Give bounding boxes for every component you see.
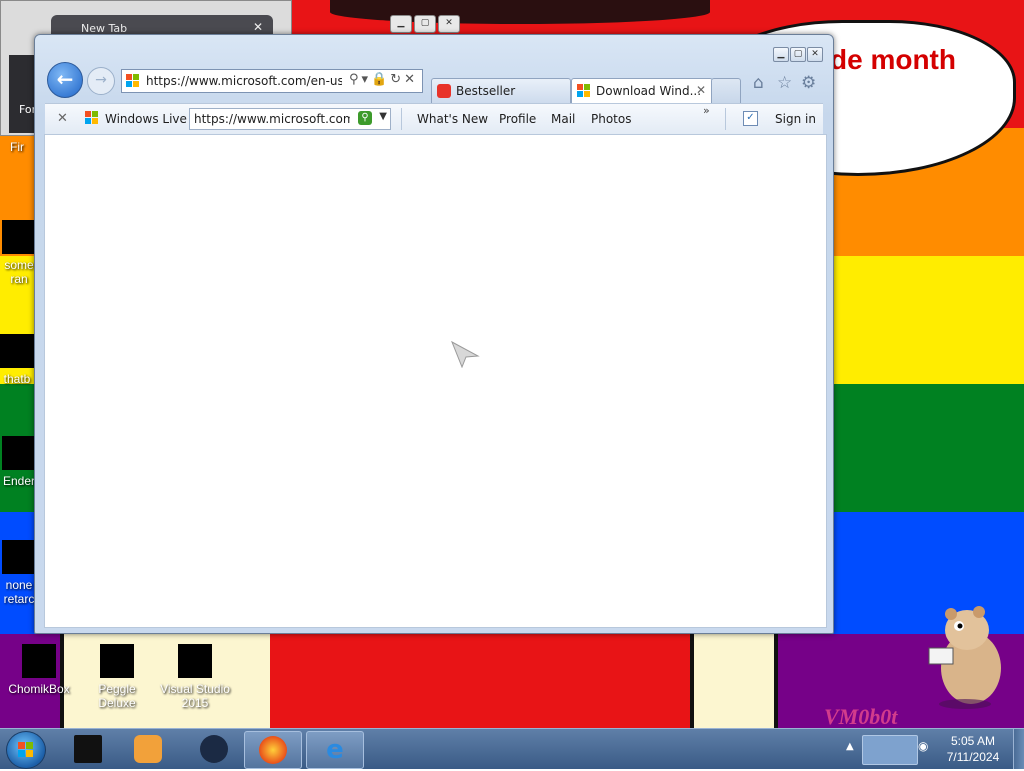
favorites-star-icon[interactable]: ☆ xyxy=(777,73,792,93)
bestseller-favicon-icon xyxy=(437,84,451,98)
black-window-icon xyxy=(74,735,102,763)
lock-icon[interactable]: 🔒 xyxy=(371,72,390,87)
ie-window[interactable]: ▁ ▢ ✕ ← → https://www.microsoft.com/en-us/… xyxy=(34,34,834,634)
link-photos[interactable]: Photos xyxy=(591,112,631,126)
wallpaper-dark-shape xyxy=(330,0,710,24)
windows-live-button[interactable]: Windows Live xyxy=(105,112,187,126)
windows-live-icon xyxy=(85,111,99,125)
close-button[interactable]: ✕ xyxy=(807,47,823,62)
stop-icon[interactable]: ✕ xyxy=(404,72,418,87)
desktop-icon-chomikbox[interactable]: ChomikBox xyxy=(0,644,78,696)
sign-in-link[interactable]: Sign in xyxy=(775,112,816,126)
redacted-icon xyxy=(22,644,56,678)
divider xyxy=(401,108,402,130)
redacted-icon xyxy=(0,334,34,368)
desktop-icon-peggle-deluxe[interactable]: Peggle Deluxe xyxy=(78,644,156,710)
chevron-more-icon[interactable]: » xyxy=(703,104,710,117)
tools-gear-icon[interactable]: ⚙ xyxy=(801,73,816,93)
tray-icons[interactable] xyxy=(862,735,918,765)
link-mail[interactable]: Mail xyxy=(551,112,575,126)
redacted-icon xyxy=(2,220,36,254)
wallpaper-cartoon-right xyxy=(690,634,778,728)
address-bar[interactable]: https://www.microsoft.com/en-us/s ⚲▾🔒↻✕ xyxy=(121,69,423,93)
desktop-icon-label: Peggle Deluxe xyxy=(98,682,136,710)
dropdown-arrow-icon[interactable]: ▾ xyxy=(361,72,371,87)
start-button[interactable] xyxy=(6,731,46,769)
redacted-icon xyxy=(2,436,36,470)
taskbar-app-media-player[interactable] xyxy=(120,731,176,767)
checkbox-icon[interactable]: ✓ xyxy=(743,111,758,126)
search-input[interactable]: https://www.microsoft.com/e ⚲ ▼ xyxy=(189,108,391,130)
address-tools: ⚲▾🔒↻✕ xyxy=(349,72,418,87)
steam-icon xyxy=(200,735,228,763)
windows-logo-icon xyxy=(18,742,33,757)
clock[interactable]: 5:05 AM 7/11/2024 xyxy=(930,733,1016,765)
tab-download-windows[interactable]: Download Wind... ✕ xyxy=(571,78,713,103)
chevron-down-icon[interactable]: ▼ xyxy=(379,111,387,122)
taskbar-app-steam[interactable] xyxy=(186,731,242,767)
clock-date: 7/11/2024 xyxy=(946,750,1000,764)
page-content-area[interactable] xyxy=(44,134,827,628)
tab-title: Bestseller xyxy=(456,84,516,98)
speech-bubble-text: de month xyxy=(830,44,956,75)
taskbar: e ▲ ◉ 5:05 AM 7/11/2024 xyxy=(0,728,1024,769)
wallpaper-watermark: VM0b0t xyxy=(824,704,898,728)
link-profile[interactable]: Profile xyxy=(499,112,536,126)
minimize-button[interactable]: ▁ xyxy=(390,15,412,33)
maximize-button[interactable]: ▢ xyxy=(790,47,806,62)
forward-button[interactable]: → xyxy=(87,67,115,95)
link-whats-new[interactable]: What's New xyxy=(417,112,488,126)
taskbar-app-internet-explorer[interactable]: e xyxy=(306,731,364,769)
divider xyxy=(725,108,726,130)
tab-bestseller[interactable]: Bestseller xyxy=(431,78,571,103)
search-go-icon[interactable]: ⚲ xyxy=(358,111,372,125)
redacted-icon xyxy=(2,540,36,574)
close-button[interactable]: ✕ xyxy=(438,15,460,33)
tab-title: Download Wind... xyxy=(596,84,702,98)
taskbar-app-black-window[interactable] xyxy=(60,731,116,767)
redacted-icon xyxy=(178,644,212,678)
show-hidden-icons-icon[interactable]: ▲ xyxy=(846,741,854,752)
internet-explorer-icon: e xyxy=(326,735,344,765)
mouse-cursor-icon xyxy=(451,340,480,368)
speaker-icon[interactable]: ◉ xyxy=(918,739,928,753)
desktop-icon-label: Visual Studio xyxy=(160,682,230,696)
microsoft-logo-icon xyxy=(126,74,140,88)
desktop-icon-sublabel: 2015 xyxy=(181,696,209,710)
wallpaper-cartoon-middle xyxy=(270,634,690,728)
command-bar: ✕ Windows Live https://www.microsoft.com… xyxy=(45,103,823,135)
close-tab-icon[interactable]: ✕ xyxy=(696,83,706,97)
show-desktop-button[interactable] xyxy=(1013,729,1024,769)
desktop-icon-label: ChomikBox xyxy=(8,682,70,696)
firefox-caption-buttons: ▁ ▢ ✕ xyxy=(390,14,462,34)
redacted-icon xyxy=(100,644,134,678)
desktop-icon-visual-studio[interactable]: Visual Studio 2015 xyxy=(156,644,234,710)
close-toolbar-icon[interactable]: ✕ xyxy=(57,111,68,126)
firefox-icon xyxy=(259,736,287,764)
home-icon[interactable]: ⌂ xyxy=(753,73,764,93)
clock-time: 5:05 AM xyxy=(950,734,996,748)
search-icon[interactable]: ⚲ xyxy=(349,72,362,87)
taskbar-app-firefox[interactable] xyxy=(244,731,302,769)
microsoft-favicon-icon xyxy=(577,84,591,98)
minimize-button[interactable]: ▁ xyxy=(773,47,789,62)
media-player-icon xyxy=(134,735,162,763)
ie-caption-buttons: ▁ ▢ ✕ xyxy=(772,45,823,62)
hamster-image xyxy=(928,606,1001,709)
maximize-button[interactable]: ▢ xyxy=(414,15,436,33)
address-url[interactable]: https://www.microsoft.com/en-us/s xyxy=(146,74,342,88)
back-button[interactable]: ← xyxy=(47,62,83,98)
search-input-value: https://www.microsoft.com/e xyxy=(194,112,350,126)
close-icon[interactable]: ✕ xyxy=(253,20,263,34)
refresh-icon[interactable]: ↻ xyxy=(390,72,404,87)
new-tab-button[interactable] xyxy=(711,78,741,103)
